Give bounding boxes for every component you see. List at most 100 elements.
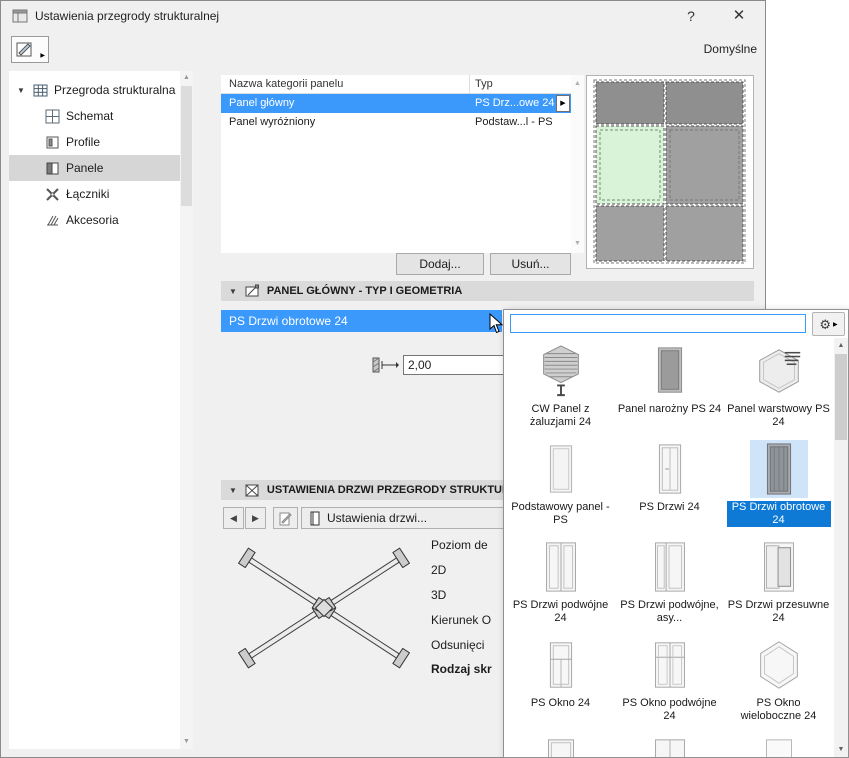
panel-type-item[interactable]: Panel narożny PS 24 — [615, 339, 724, 437]
screenshot-stage: Ustawienia przegrody strukturalnej ? ✕ ▶… — [0, 0, 849, 758]
panel-type-label: PS Drzwi 24 — [639, 501, 700, 513]
panel-type-item-selected[interactable]: PS Drzwi obrotowe 24 — [724, 437, 833, 535]
cell-type: Podstaw...l - PS — [475, 116, 553, 128]
revolving-door-preview — [237, 547, 411, 669]
cell-name: Panel wyróżniony — [229, 116, 316, 128]
favorites-button[interactable]: ▶ — [11, 36, 49, 63]
param-label: Poziom de — [431, 538, 488, 552]
panel-category-table: Nazwa kategorii panelu Typ Panel główny … — [221, 75, 571, 253]
scroll-down-icon[interactable]: ▼ — [834, 742, 848, 757]
edit-settings-button[interactable] — [273, 507, 298, 529]
close-button[interactable]: ✕ — [717, 1, 761, 31]
help-button[interactable]: ? — [669, 1, 713, 31]
polygonal-window-panel-icon — [759, 641, 798, 689]
window-title: Ustawienia przegrody strukturalnej — [35, 9, 220, 23]
panel-icon-partial — [547, 739, 574, 757]
curtain-wall-icon — [33, 84, 48, 96]
panel-type-item-partial[interactable] — [724, 731, 833, 757]
tree-item-label: Schemat — [66, 109, 114, 123]
param-label: 3D — [431, 588, 447, 602]
table-scrollbar[interactable]: ▲ ▼ — [571, 75, 584, 253]
accessories-icon — [47, 215, 59, 225]
add-button[interactable]: Dodaj... — [396, 253, 484, 275]
tree-root-przegroda-strukturalna[interactable]: ▼ Przegroda strukturalna — [9, 77, 180, 103]
favorites-icon — [16, 42, 32, 57]
section-title: USTAWIENIA DRZWI PRZEGRODY STRUKTURAL — [266, 484, 525, 496]
double-window-panel-icon — [654, 642, 685, 688]
param-label: 2D — [431, 563, 447, 577]
scheme-icon — [45, 109, 60, 123]
panel-type-item[interactable]: PS Drzwi podwójne 24 — [506, 535, 615, 633]
tree-expand-icon[interactable]: ▼ — [17, 86, 27, 95]
panel-type-item[interactable]: PS Okno 24 — [506, 633, 615, 731]
search-input[interactable] — [510, 314, 806, 333]
panel-type-item[interactable]: PS Drzwi 24 — [615, 437, 724, 535]
tree-item-label: Panele — [66, 161, 104, 175]
basic-panel-icon — [549, 445, 572, 493]
panel-type-item[interactable]: Panel warstwowy PS 24 — [724, 339, 833, 437]
collapse-icon[interactable]: ▼ — [229, 287, 237, 296]
previous-button[interactable]: ◀ — [223, 507, 244, 529]
tree-item-label: Akcesoria — [66, 213, 119, 227]
popup-settings-button[interactable]: ⚙ ▶ — [812, 312, 845, 336]
collapse-icon[interactable]: ▼ — [229, 486, 237, 495]
param-label: Rodzaj skr — [431, 662, 492, 676]
scrollbar-thumb[interactable] — [835, 354, 847, 440]
panel-type-item[interactable]: PS Drzwi przesuwne 24 — [724, 535, 833, 633]
panel-type-label: Panel narożny PS 24 — [617, 403, 722, 415]
panel-type-label: PS Drzwi przesuwne 24 — [727, 599, 830, 624]
edit-icon — [279, 512, 292, 526]
panel-type-dropdown[interactable]: PS Drzwi obrotowe 24 ▶ — [221, 310, 502, 332]
panel-type-item[interactable]: PS Okno podwójne 24 — [615, 633, 724, 731]
panel-type-item[interactable]: CW Panel z żaluzjami 24 — [506, 339, 615, 437]
revolving-door-panel-icon — [766, 443, 791, 495]
tree-item-schemat[interactable]: Schemat — [9, 103, 180, 129]
table-row-panel-glowny[interactable]: Panel główny PS Drz...owe 24 ▶ — [221, 94, 571, 113]
thickness-input[interactable] — [403, 355, 504, 375]
param-label: Odsunięci — [431, 638, 485, 652]
section-main-panel[interactable]: ▼ PANEL GŁÓWNY - TYP I GEOMETRIA — [221, 281, 754, 301]
scroll-up-icon[interactable]: ▲ — [571, 77, 584, 91]
default-settings-label: Domyślne — [703, 42, 757, 56]
door-icon — [310, 511, 320, 525]
tree-item-label: Łączniki — [66, 187, 110, 201]
tree-item-laczniki[interactable]: Łączniki — [9, 181, 180, 207]
titlebar[interactable]: Ustawienia przegrody strukturalnej ? ✕ — [1, 1, 765, 31]
scroll-up-icon[interactable]: ▲ — [834, 338, 848, 353]
scrollbar-thumb[interactable] — [181, 86, 192, 206]
panel-type-label: PS Okno podwójne 24 — [622, 697, 717, 722]
panel-type-item-partial[interactable] — [506, 731, 615, 757]
row-type-flyout-button[interactable]: ▶ — [556, 95, 570, 112]
tab-label: Ustawienia drzwi... — [327, 511, 428, 525]
scroll-down-icon[interactable]: ▼ — [571, 237, 584, 251]
panel-type-label: PS Drzwi podwójne, asy... — [620, 599, 719, 624]
panel-type-label: PS Drzwi obrotowe 24 — [726, 501, 831, 527]
door-panel-icon — [658, 444, 681, 494]
mouse-cursor — [489, 313, 504, 334]
column-header-name: Nazwa kategorii panelu — [229, 78, 344, 90]
next-button[interactable]: ▶ — [245, 507, 266, 529]
panel-type-item[interactable]: PS Drzwi podwójne, asy... — [615, 535, 724, 633]
tree-item-profile[interactable]: Profile — [9, 129, 180, 155]
tree-item-akcesoria[interactable]: Akcesoria — [9, 207, 180, 233]
scroll-up-icon[interactable]: ▲ — [180, 71, 193, 85]
panel-preview — [586, 75, 754, 269]
table-row-panel-wyrozniony[interactable]: Panel wyróżniony Podstaw...l - PS — [221, 113, 571, 132]
flyout-arrow-icon: ▶ — [40, 53, 45, 59]
tree-item-panele[interactable]: Panele — [9, 155, 180, 181]
panel-type-icon — [245, 284, 259, 297]
column-header-type: Typ — [475, 78, 493, 90]
panel-type-item[interactable]: Podstawowy panel - PS — [506, 437, 615, 535]
panel-type-item[interactable]: PS Okno wieloboczne 24 — [724, 633, 833, 731]
panels-icon — [46, 162, 59, 174]
scroll-down-icon[interactable]: ▼ — [180, 735, 193, 749]
double-door-panel-icon — [545, 542, 576, 592]
tree-root-label: Przegroda strukturalna — [54, 83, 176, 97]
louvre-panel-icon — [542, 345, 579, 397]
tree-scrollbar[interactable]: ▲ ▼ — [180, 71, 193, 749]
popup-scrollbar[interactable]: ▲ ▼ — [834, 338, 848, 757]
panel-type-item-partial[interactable] — [615, 731, 724, 757]
remove-button[interactable]: Usuń... — [490, 253, 571, 275]
panel-type-label: PS Okno wieloboczne 24 — [740, 697, 817, 722]
panel-type-label: CW Panel z żaluzjami 24 — [529, 403, 592, 428]
